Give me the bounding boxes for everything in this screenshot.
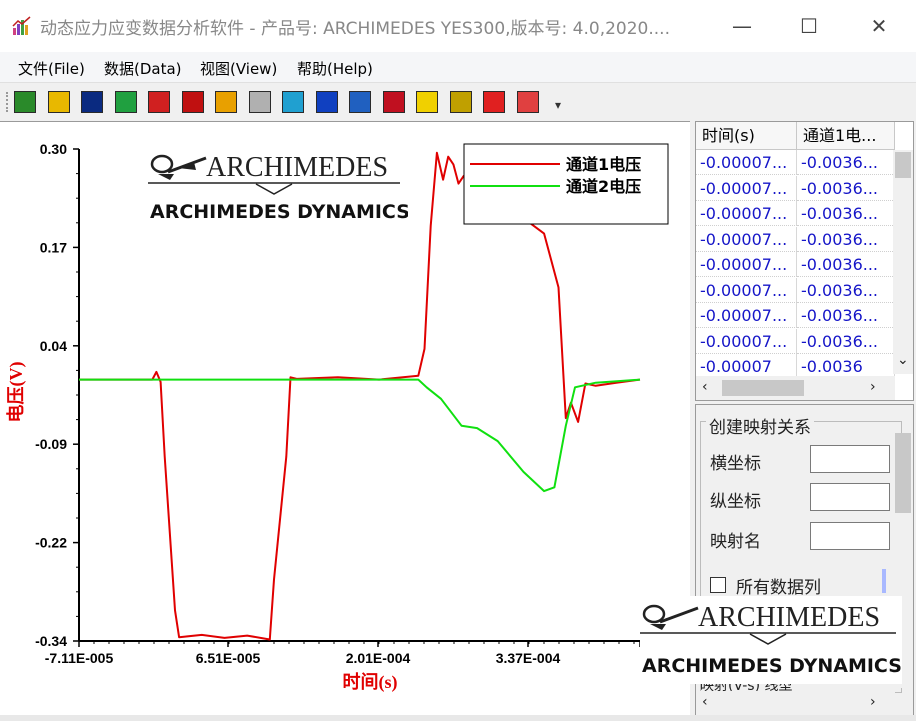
minimize-icon: —: [732, 14, 752, 38]
x-axis-label: 横坐标: [710, 454, 761, 474]
table-horizontal-scrollbar[interactable]: ‹ ›: [696, 376, 895, 400]
mapping-vertical-thumb[interactable]: [895, 433, 911, 513]
import-icon[interactable]: [47, 91, 70, 113]
x-tick-label: 2.01E-004: [346, 650, 411, 666]
app-icon: [12, 16, 32, 36]
scroll-right-icon[interactable]: ›: [870, 379, 876, 395]
toolbar-overflow-icon[interactable]: ▾: [555, 98, 561, 112]
globe-icon[interactable]: [315, 91, 338, 113]
status-bar: [0, 715, 916, 721]
maximize-icon: ☐: [800, 14, 818, 38]
table-vertical-scrollbar[interactable]: ⌄: [893, 150, 913, 374]
table-header-channel1[interactable]: 通道1电...: [797, 122, 895, 150]
table-cell-channel1[interactable]: -0.0036...: [797, 150, 895, 175]
y-tick-label: -0.34: [35, 633, 67, 649]
menu-data[interactable]: 数据(Data): [104, 58, 182, 79]
help-icon[interactable]: [416, 91, 438, 113]
table-cell-time[interactable]: -0.00007...: [696, 201, 797, 226]
table-cell-time[interactable]: -0.00007...: [696, 303, 797, 328]
x-tick-label: 3.37E-004: [496, 650, 561, 666]
logo-name: ARCHIMEDES: [698, 602, 880, 633]
table-icon[interactable]: [215, 91, 237, 113]
maximize-button[interactable]: ☐: [780, 0, 838, 52]
archimedes-lever-icon: [150, 154, 207, 180]
y-tick-label: -0.22: [35, 535, 67, 551]
archimedes-logo-overlay: ARCHIMEDES ARCHIMEDES DYNAMICS: [640, 596, 902, 684]
table-cell-channel1[interactable]: -0.0036...: [797, 328, 895, 354]
menu-file[interactable]: 文件(File): [18, 58, 85, 79]
table-cell-time[interactable]: -0.00007...: [696, 150, 797, 175]
scroll-left-icon[interactable]: ‹: [702, 379, 708, 395]
y-tick-label: 0.04: [40, 338, 67, 354]
close-icon: ✕: [870, 14, 888, 38]
data-table: 时间(s) 通道1电... -0.00007... -0.0036... -0.00…: [695, 121, 914, 401]
mapping-name-label: 映射名: [710, 532, 761, 552]
y-axis-label: 纵坐标: [710, 492, 761, 512]
minimize-button[interactable]: —: [713, 0, 771, 52]
cross-cursor-icon[interactable]: [148, 91, 170, 113]
table-header-time[interactable]: 时间(s): [696, 122, 797, 150]
y-tick-label: 0.17: [40, 239, 67, 255]
y-tick-label: -0.09: [35, 436, 67, 452]
tool-2-icon[interactable]: [483, 91, 505, 113]
archimedes-lever-icon: [642, 604, 699, 630]
table-cell-time[interactable]: -0.00007...: [696, 277, 797, 303]
mapping-group-title: 创建映射关系: [706, 413, 814, 438]
table-cell-time[interactable]: -0.00007...: [696, 328, 797, 354]
refresh-icon[interactable]: [114, 91, 137, 113]
archimedes-logo: ARCHIMEDES ARCHIMEDES DYNAMICS: [148, 150, 410, 232]
table-cell-channel1[interactable]: -0.0036...: [797, 175, 895, 201]
chart-add-icon[interactable]: [181, 91, 204, 113]
logo-tagline: ARCHIMEDES DYNAMICS: [642, 655, 902, 677]
tool-3-icon[interactable]: [516, 91, 539, 113]
table-cell-time[interactable]: -0.00007...: [696, 226, 797, 252]
toolbar-grip[interactable]: [6, 92, 11, 112]
table-cell-channel1[interactable]: -0.0036...: [797, 303, 895, 328]
mapping-name-input[interactable]: [810, 522, 890, 550]
zoom-icon[interactable]: [248, 91, 271, 113]
report-icon[interactable]: [449, 91, 472, 113]
scroll-right-icon[interactable]: ›: [870, 694, 876, 710]
stop-icon[interactable]: [382, 91, 405, 113]
menu-view[interactable]: 视图(View): [200, 58, 277, 79]
logo-tagline: ARCHIMEDES DYNAMICS: [150, 201, 408, 223]
table-cell-channel1[interactable]: -0.0036...: [797, 226, 895, 252]
selection-marker: [882, 569, 886, 593]
x-axis-input[interactable]: [810, 445, 890, 473]
mapping-horizontal-scrollbar[interactable]: ‹ ›: [696, 691, 895, 715]
x-tick-label: -7.11E-005: [45, 650, 114, 666]
title-bar: 动态应力应变数据分析软件 - 产品号: ARCHIMEDES YES300,版本…: [0, 0, 916, 52]
grid-icon[interactable]: [349, 91, 371, 113]
y-tick-label: 0.30: [40, 141, 67, 157]
legend-label: 通道1电压: [566, 155, 641, 174]
export-icon[interactable]: [282, 91, 304, 113]
table-vertical-thumb[interactable]: [895, 152, 911, 178]
y-axis-title: 电压(V): [5, 362, 27, 423]
save-icon[interactable]: [81, 91, 103, 113]
toolbar: ▾: [0, 86, 916, 118]
x-tick-label: 6.51E-005: [196, 650, 261, 666]
scroll-down-icon[interactable]: ⌄: [897, 352, 909, 368]
y-axis-input[interactable]: [810, 483, 890, 511]
close-button[interactable]: ✕: [850, 0, 908, 52]
table-cell-channel1[interactable]: -0.0036...: [797, 277, 895, 303]
table-cell-time[interactable]: -0.00007...: [696, 175, 797, 201]
x-axis-title: 时间(s): [343, 672, 398, 693]
table-cell-channel1[interactable]: -0.0036...: [797, 201, 895, 226]
open-folder-icon[interactable]: [14, 91, 36, 113]
logo-name: ARCHIMEDES: [206, 152, 388, 183]
all-columns-checkbox[interactable]: [710, 577, 726, 593]
table-cell-channel1[interactable]: -0.0036...: [797, 252, 895, 277]
window-title: 动态应力应变数据分析软件 - 产品号: ARCHIMEDES YES300,版本…: [40, 19, 670, 39]
legend-label: 通道2电压: [566, 177, 641, 196]
scroll-left-icon[interactable]: ‹: [702, 694, 708, 710]
plot-panel[interactable]: 0.30 0.17 0.04 -0.09 -0.22 -0.34 -7.11E-005 6.5…: [0, 121, 690, 716]
all-columns-label: 所有数据列: [736, 578, 821, 598]
menu-bar: 文件(File) 数据(Data) 视图(View) 帮助(Help): [0, 52, 916, 83]
table-horizontal-thumb[interactable]: [722, 380, 804, 396]
menu-help[interactable]: 帮助(Help): [297, 58, 373, 79]
table-cell-time[interactable]: -0.00007...: [696, 252, 797, 277]
